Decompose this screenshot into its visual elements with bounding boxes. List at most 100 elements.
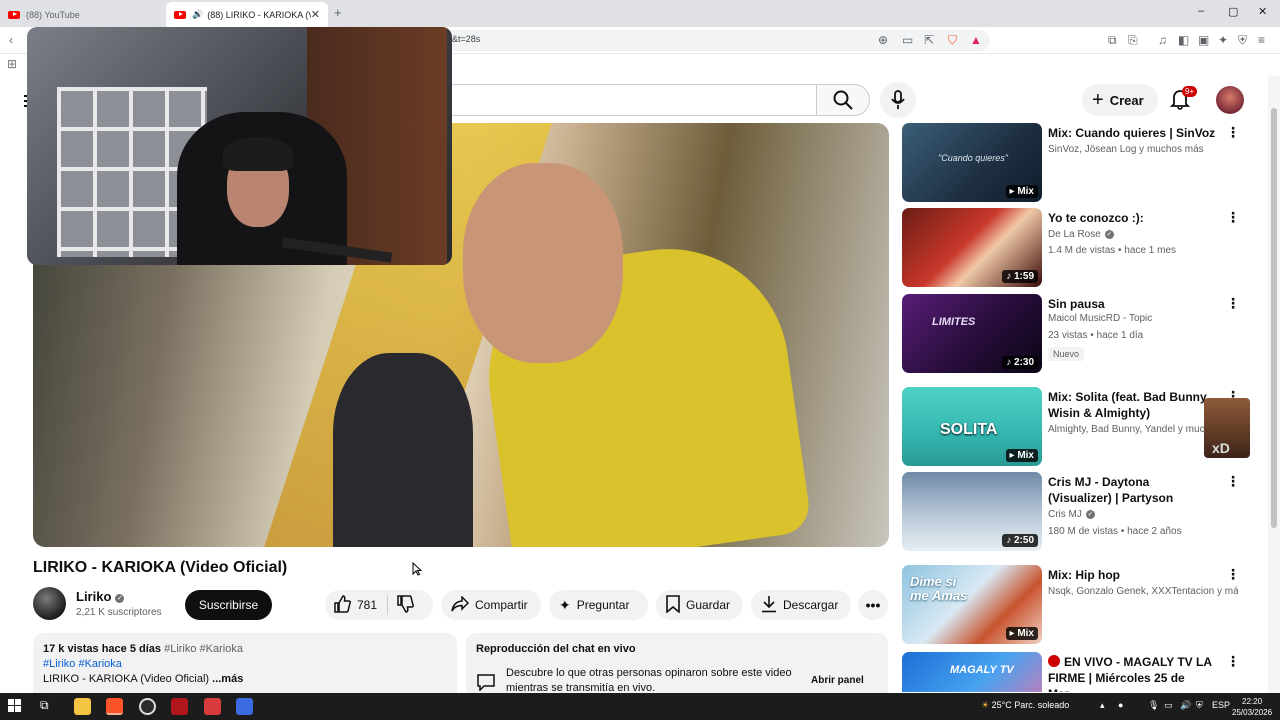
- more-options-icon[interactable]: ⋮: [1226, 654, 1240, 668]
- recommendation-title[interactable]: Cris MJ - Daytona (Visualizer) | Partyso…: [1048, 474, 1216, 506]
- recommendation-item[interactable]: ♪ 2:50 Cris MJ - Daytona (Visualizer) | …: [902, 472, 1252, 552]
- video-frame-face: [463, 163, 623, 363]
- recommendation-title[interactable]: Mix: Hip hop: [1048, 567, 1216, 583]
- task-view-icon[interactable]: ⧉: [40, 698, 57, 715]
- video-thumbnail[interactable]: LIMITES ♪ 2:30: [902, 294, 1042, 373]
- recommendation-item[interactable]: ♪ 1:59 Yo te conozco :): De La Rose ✓ 1.4…: [902, 208, 1252, 288]
- language-indicator[interactable]: ESP: [1212, 700, 1230, 710]
- channel-text[interactable]: Cris MJ: [1048, 509, 1082, 520]
- recommendation-title[interactable]: Mix: Solita (feat. Bad Bunny, Wisin & Al…: [1048, 389, 1216, 421]
- video-thumbnail[interactable]: SOLITA ▸ Mix: [902, 387, 1042, 466]
- tray-icon[interactable]: ●: [1118, 700, 1123, 710]
- recommendation-channel[interactable]: Maicol MusicRD - Topic: [1048, 313, 1238, 324]
- app-icon[interactable]: [236, 698, 253, 715]
- microphone-tray-icon[interactable]: 🎙: [1148, 700, 1159, 711]
- more-options-icon[interactable]: ⋮: [1226, 296, 1240, 310]
- recommendation-channel[interactable]: SinVoz, Jösean Log y muchos más: [1048, 144, 1238, 155]
- dislike-icon[interactable]: [396, 595, 414, 615]
- video-thumbnail[interactable]: ♪ 2:50: [902, 472, 1042, 551]
- recommendation-title[interactable]: Yo te conozco :):: [1048, 210, 1216, 226]
- page-scrollbar[interactable]: [1268, 76, 1280, 693]
- channel-avatar[interactable]: [33, 587, 66, 620]
- meta-hashtags[interactable]: #Liriko #Karioka: [164, 643, 243, 655]
- user-avatar[interactable]: [1216, 86, 1244, 114]
- vpn-tray-icon[interactable]: ⛨: [1196, 700, 1203, 711]
- share-button[interactable]: Compartir: [441, 590, 541, 620]
- minimize-button[interactable]: –: [1198, 5, 1204, 17]
- wallet-icon[interactable]: ▣: [1198, 33, 1209, 47]
- show-more-link[interactable]: ...más: [212, 673, 243, 685]
- close-tab-icon[interactable]: ✕: [311, 8, 320, 21]
- video-thumbnail[interactable]: Dime si me Amas ▸ Mix: [902, 565, 1042, 644]
- browser-tab-active[interactable]: 🔊 (88) LIRIKO - KARIOKA (Video ✕: [166, 2, 328, 27]
- recommendation-item[interactable]: Dime si me Amas ▸ Mix Mix: Hip hop Nsqk,…: [902, 565, 1252, 645]
- open-panel-button[interactable]: Abrir panel: [811, 675, 864, 686]
- zoom-icon[interactable]: ⊕: [878, 33, 888, 47]
- scrollbar-thumb[interactable]: [1271, 108, 1277, 528]
- video-thumbnail[interactable]: ♪ 1:59: [902, 208, 1042, 287]
- search-input[interactable]: [420, 84, 816, 116]
- recommendation-title[interactable]: Mix: Cuando quieres | SinVoz: [1048, 125, 1216, 141]
- share-page-icon[interactable]: ⇱: [924, 33, 934, 47]
- speaker-icon[interactable]: 🔊: [192, 9, 203, 20]
- recommendation-item[interactable]: SOLITA ▸ Mix Mix: Solita (feat. Bad Bunn…: [902, 387, 1252, 467]
- leo-ai-icon[interactable]: ✦: [1218, 33, 1228, 47]
- video-thumbnail[interactable]: MAGALY TV: [902, 652, 1042, 692]
- apps-grid-icon[interactable]: ⊞: [7, 57, 17, 71]
- network-icon[interactable]: ▭: [1164, 700, 1173, 711]
- channel-name[interactable]: Liriko ✓: [76, 589, 125, 604]
- close-window-button[interactable]: ✕: [1258, 5, 1267, 18]
- obs-icon[interactable]: [139, 698, 156, 715]
- weather-widget[interactable]: ☀ 25°C Parc. soleado: [981, 700, 1069, 711]
- menu-icon[interactable]: ≡: [1258, 33, 1265, 47]
- channel-name-text[interactable]: Liriko: [76, 589, 111, 604]
- browser-tab[interactable]: (88) YouTube: [0, 2, 166, 27]
- more-options-icon[interactable]: ⋮: [1226, 125, 1240, 139]
- start-menu-icon[interactable]: [8, 699, 25, 716]
- channel-text[interactable]: De La Rose: [1048, 229, 1101, 240]
- video-thumbnail[interactable]: "Cuando quieres" ▸ Mix: [902, 123, 1042, 202]
- download-button[interactable]: Descargar: [751, 590, 851, 620]
- recommendation-item[interactable]: "Cuando quieres" ▸ Mix Mix: Cuando quier…: [902, 123, 1252, 203]
- recommendation-channel[interactable]: Cris MJ ✓: [1048, 509, 1238, 520]
- more-options-icon[interactable]: ⋮: [1226, 474, 1240, 488]
- recommendation-item[interactable]: LIMITES ♪ 2:30 Sin pausa Maicol MusicRD …: [902, 294, 1252, 374]
- save-page-icon[interactable]: ⎘: [1128, 33, 1138, 47]
- file-explorer-icon[interactable]: [74, 698, 91, 715]
- subscribe-button[interactable]: Suscribirse: [185, 590, 272, 620]
- tray-icon[interactable]: ▴: [1100, 700, 1105, 711]
- brave-browser-icon[interactable]: [106, 698, 123, 715]
- clock[interactable]: 22:20 25/03/2026: [1232, 696, 1272, 718]
- recommendation-item[interactable]: MAGALY TV EN VIVO - MAGALY TV LA FIRME |…: [902, 652, 1252, 692]
- save-button[interactable]: Guardar: [656, 590, 743, 620]
- maximize-button[interactable]: ▢: [1228, 5, 1238, 18]
- voice-search-button[interactable]: [880, 82, 916, 118]
- brave-rewards-icon[interactable]: ▲: [970, 33, 982, 47]
- recommendation-channel[interactable]: De La Rose ✓: [1048, 229, 1238, 240]
- hashtags[interactable]: #Liriko #Karioka: [43, 658, 447, 670]
- create-button[interactable]: + Crear: [1082, 84, 1158, 116]
- sidebar-icon[interactable]: ◧: [1178, 33, 1189, 47]
- ask-button[interactable]: ✦ Preguntar: [549, 590, 648, 620]
- new-tab-button[interactable]: +: [334, 5, 342, 20]
- media-player-icon[interactable]: [204, 698, 221, 715]
- app-icon[interactable]: [171, 698, 188, 715]
- cast-icon[interactable]: ▭: [902, 33, 913, 47]
- more-options-icon[interactable]: ⋮: [1226, 210, 1240, 224]
- brave-shields-icon[interactable]: ⛉: [948, 33, 957, 47]
- volume-icon[interactable]: 🔊: [1180, 700, 1191, 711]
- title-text[interactable]: EN VIVO - MAGALY TV LA FIRME | Miércoles…: [1048, 655, 1212, 692]
- back-icon[interactable]: ‹: [9, 33, 13, 47]
- more-actions-button[interactable]: •••: [858, 590, 888, 620]
- recommendation-title[interactable]: Sin pausa: [1048, 296, 1216, 312]
- recommendation-title[interactable]: EN VIVO - MAGALY TV LA FIRME | Miércoles…: [1048, 654, 1216, 692]
- extensions-icon[interactable]: ⧉: [1108, 33, 1117, 47]
- recommendation-channel[interactable]: Nsqk, Gonzalo Genek, XXXTentacion y más: [1048, 586, 1238, 597]
- search-button[interactable]: [816, 84, 870, 116]
- more-options-icon[interactable]: ⋮: [1226, 567, 1240, 581]
- like-icon[interactable]: [333, 595, 351, 615]
- address-bar[interactable]: &t=28s ⊕ ▭ ⇱ ⛉ ▲: [430, 30, 990, 51]
- media-icon[interactable]: ♫: [1158, 33, 1167, 47]
- vpn-icon[interactable]: ⛨: [1238, 33, 1247, 47]
- like-count[interactable]: 781: [357, 598, 377, 612]
